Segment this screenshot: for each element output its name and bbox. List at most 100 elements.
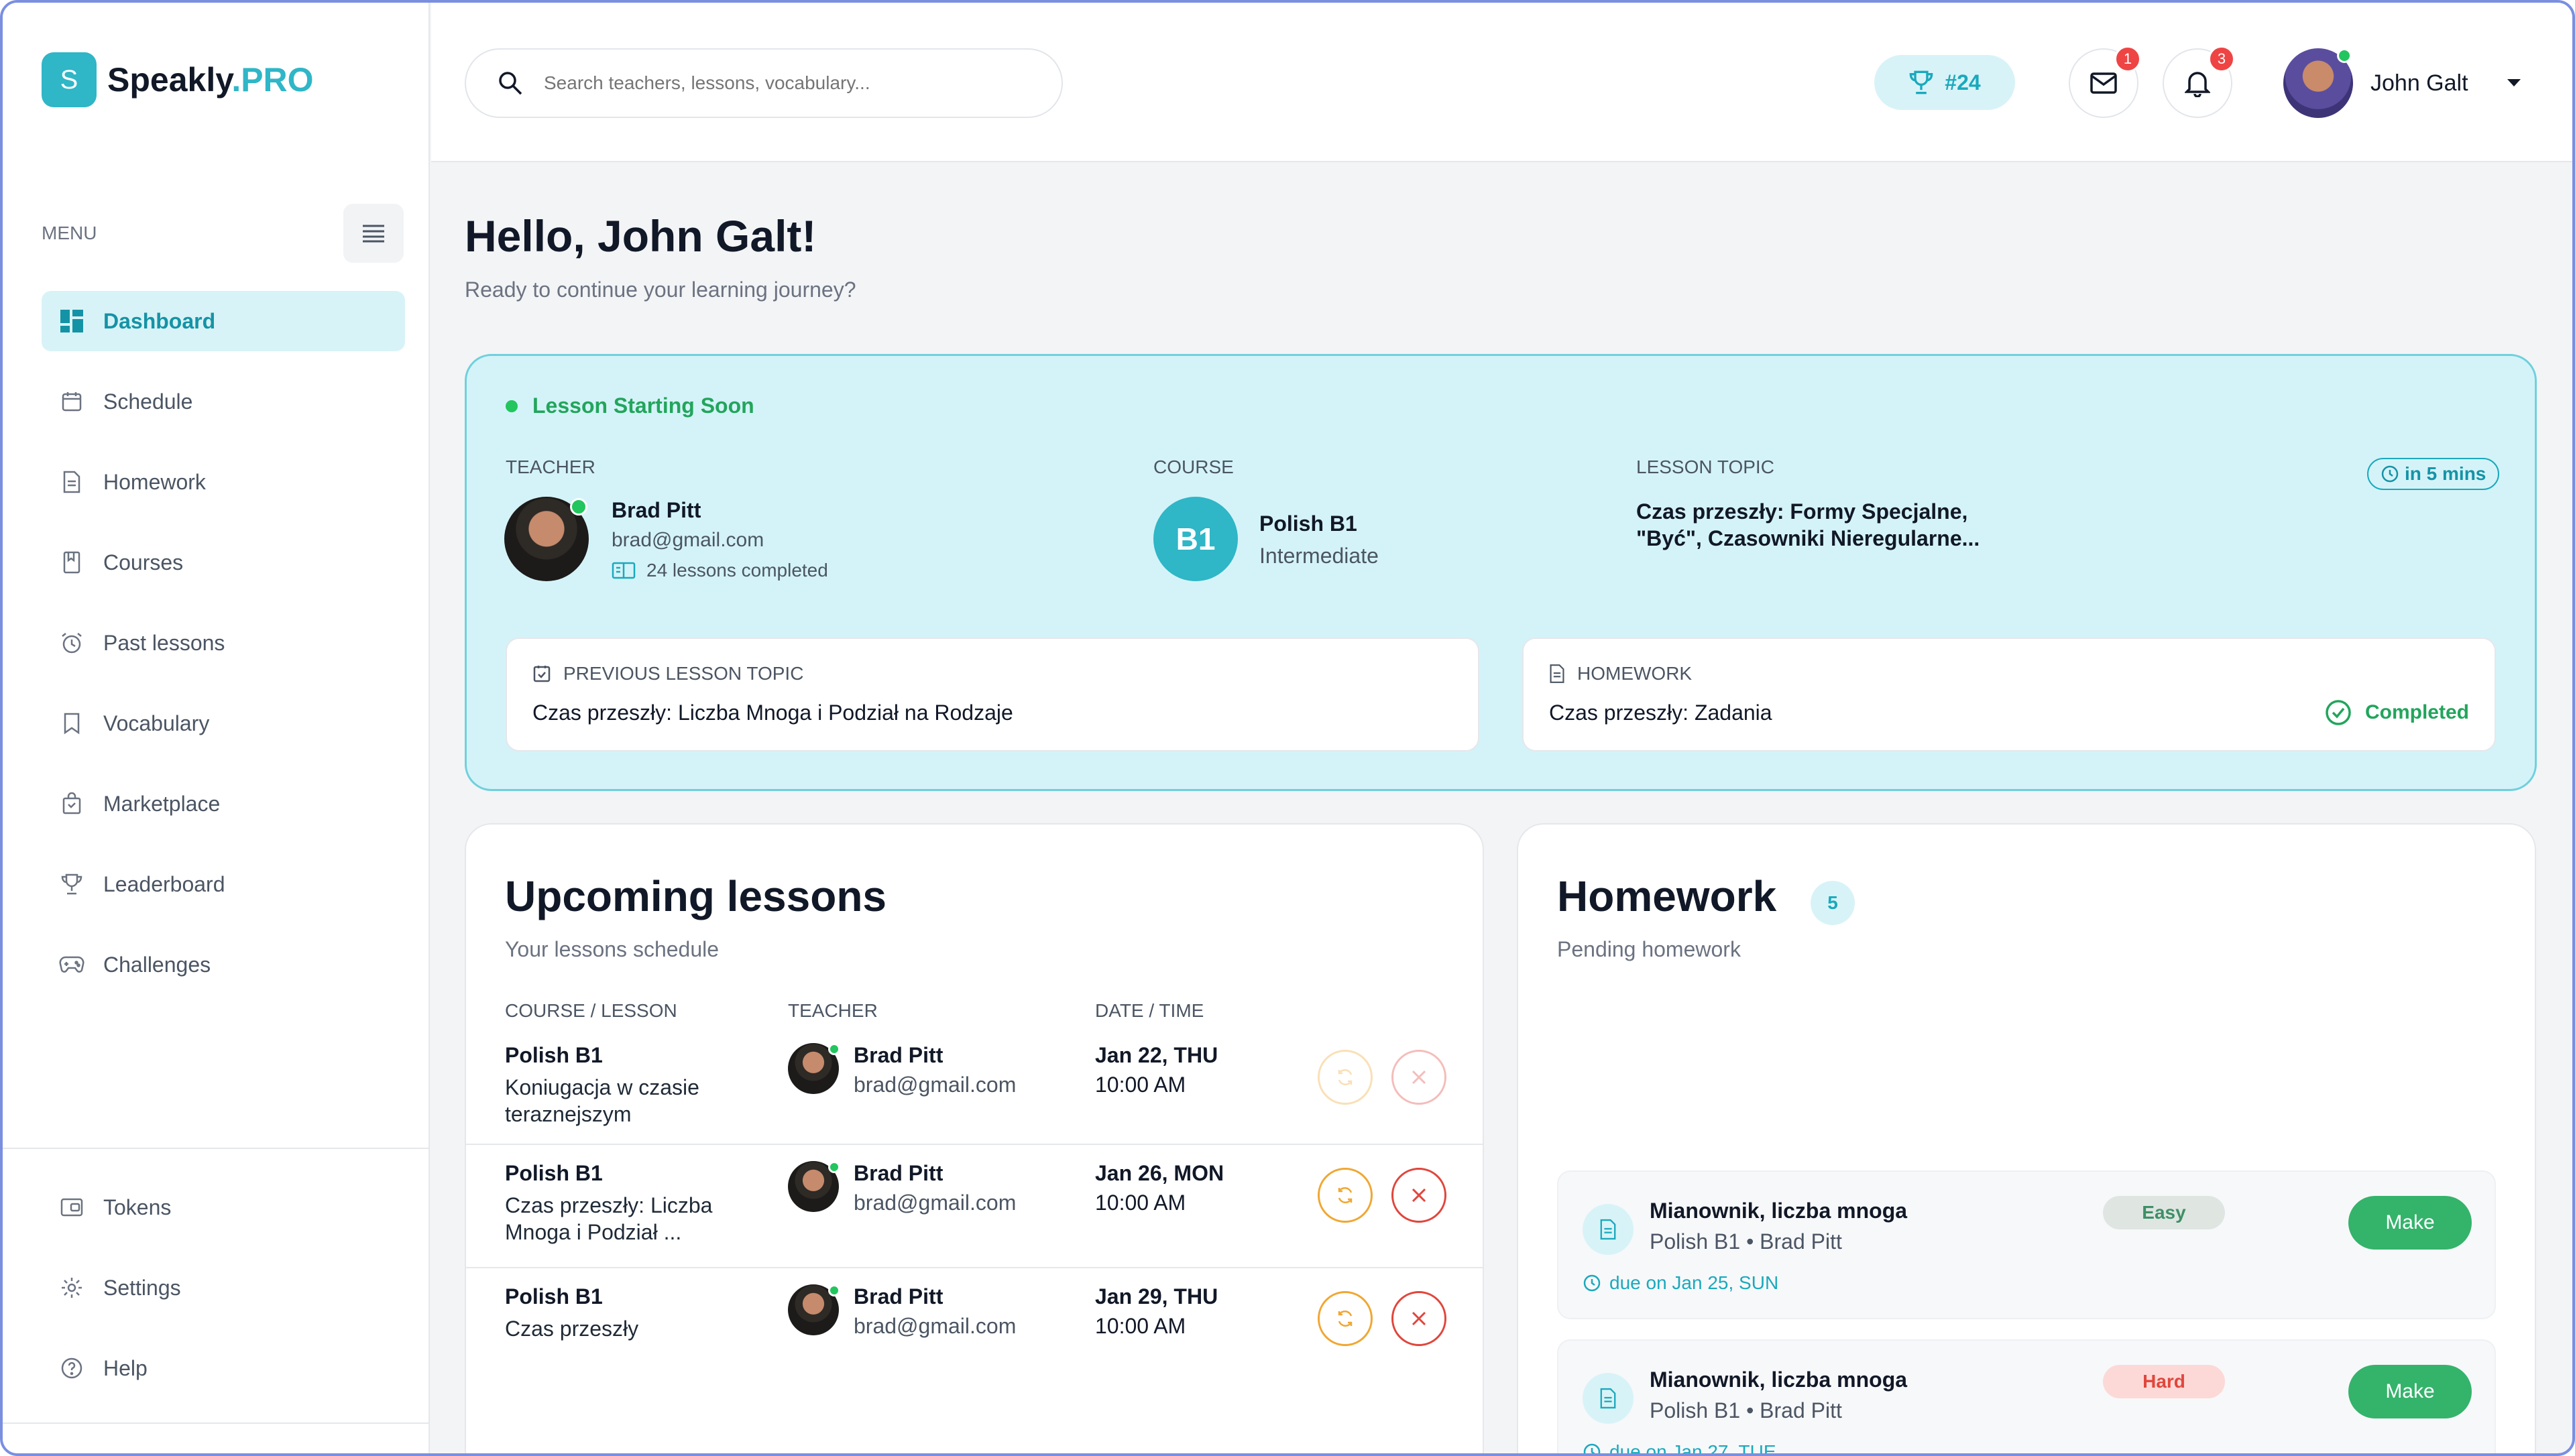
row-date: Jan 29, THU: [1095, 1284, 1218, 1309]
notifications-count-badge: 3: [2208, 46, 2235, 72]
sidebar-item-vocabulary[interactable]: Vocabulary: [42, 693, 405, 753]
teacher-name[interactable]: Brad Pitt: [612, 498, 701, 523]
course-level-badge: B1: [1153, 497, 1238, 581]
chevron-down-icon: [2507, 79, 2521, 86]
row-time: 10:00 AM: [1095, 1314, 1186, 1338]
rank-badge[interactable]: #24: [1874, 55, 2015, 110]
teacher-avatar[interactable]: [504, 497, 589, 581]
row-time: 10:00 AM: [1095, 1191, 1186, 1215]
sidebar-item-label: Past lessons: [103, 630, 225, 655]
sidebar-item-past-lessons[interactable]: Past lessons: [42, 613, 405, 673]
table-row[interactable]: Polish B1 Koniugacja w czasie teraznejsz…: [466, 1027, 1483, 1150]
document-icon: [1583, 1204, 1634, 1255]
refresh-icon: [1338, 1187, 1353, 1204]
sidebar-item-label: Vocabulary: [103, 711, 210, 735]
row-course: Polish B1: [505, 1043, 603, 1067]
row-date: Jan 26, MON: [1095, 1161, 1224, 1185]
row-lesson: Czas przeszły: [505, 1317, 639, 1341]
check-circle-icon: [2326, 700, 2351, 725]
online-indicator: [828, 1043, 840, 1055]
sidebar-bottom-nav: Tokens Settings Help: [42, 1177, 405, 1418]
app-window: S Speakly.PRO MENU Dashboard Schedule Ho…: [0, 0, 2575, 1456]
difficulty-badge: Easy: [2103, 1196, 2225, 1229]
previous-topic-label: PREVIOUS LESSON TOPIC: [532, 663, 803, 684]
row-lesson: Koniugacja w czasie teraznejszym: [505, 1075, 699, 1126]
logo-mark: S: [42, 52, 97, 107]
homework-item-title: Mianownik, liczba mnoga: [1650, 1368, 1908, 1392]
clock-icon: [1583, 1274, 1601, 1292]
user-avatar: [2283, 48, 2353, 118]
homework-item-meta: Polish B1 • Brad Pitt: [1650, 1398, 1842, 1422]
messages-button[interactable]: 1: [2069, 46, 2141, 118]
sidebar-divider: [3, 1422, 430, 1424]
user-menu[interactable]: John Galt: [2283, 48, 2522, 118]
sidebar-item-challenges[interactable]: Challenges: [42, 934, 405, 995]
list-icon: [363, 225, 384, 243]
reschedule-button[interactable]: [1318, 1291, 1373, 1346]
course-name[interactable]: Polish B1: [1259, 511, 1357, 536]
calendar-check-icon: [533, 666, 551, 682]
sidebar-divider: [3, 1148, 430, 1149]
online-indicator: [828, 1161, 840, 1173]
menu-toggle-button[interactable]: [343, 204, 404, 263]
close-icon: [1412, 1188, 1426, 1203]
row-date: Jan 22, THU: [1095, 1043, 1218, 1067]
homework-item-meta: Polish B1 • Brad Pitt: [1650, 1229, 1842, 1254]
help-circle-icon: [59, 1355, 84, 1381]
logo-text: Speakly.PRO: [107, 61, 314, 99]
table-row[interactable]: Polish B1 Czas przeszły: Liczba Mnoga i …: [466, 1144, 1483, 1267]
sidebar-item-homework[interactable]: Homework: [42, 452, 405, 512]
starts-in-badge: in 5 mins: [2367, 458, 2500, 490]
row-teacher-name: Brad Pitt: [854, 1284, 943, 1309]
homework-title: Homework: [1557, 872, 1777, 920]
sidebar-item-marketplace[interactable]: Marketplace: [42, 774, 405, 834]
homework-item-title: Mianownik, liczba mnoga: [1650, 1199, 1908, 1223]
teacher-avatar: [788, 1043, 840, 1094]
cancel-lesson-button[interactable]: [1391, 1050, 1446, 1105]
refresh-icon: [1338, 1310, 1353, 1327]
trophy-icon: [59, 871, 84, 897]
homework-topic: Czas przeszły: Zadania: [1549, 701, 1772, 725]
reschedule-button[interactable]: [1318, 1168, 1373, 1223]
search-input[interactable]: [544, 72, 1027, 94]
course-label: COURSE: [1153, 457, 1234, 477]
cancel-lesson-button[interactable]: [1391, 1168, 1446, 1223]
close-icon: [1412, 1070, 1426, 1085]
sidebar-item-label: Schedule: [103, 389, 193, 414]
teacher-avatar: [788, 1161, 840, 1212]
homework-item[interactable]: Mianownik, liczba mnoga Polish B1 • Brad…: [1557, 1170, 2496, 1319]
messages-count-badge: 1: [2114, 46, 2141, 72]
sidebar-item-help[interactable]: Help: [42, 1338, 405, 1398]
homework-due: due on Jan 25, SUN: [1583, 1272, 1778, 1294]
gamepad-icon: [59, 952, 84, 977]
logo[interactable]: S Speakly.PRO: [42, 52, 314, 107]
make-homework-button[interactable]: Make: [2348, 1365, 2472, 1418]
upcoming-lessons-panel: Upcoming lessons Your lessons schedule C…: [465, 823, 1484, 1453]
row-course: Polish B1: [505, 1284, 603, 1309]
sidebar-item-label: Settings: [103, 1275, 181, 1300]
sidebar-item-courses[interactable]: Courses: [42, 532, 405, 593]
row-teacher-email: brad@gmail.com: [854, 1191, 1017, 1215]
bell-icon: [2185, 72, 2210, 97]
sidebar-item-settings[interactable]: Settings: [42, 1258, 405, 1318]
search-bar[interactable]: [465, 48, 1063, 118]
homework-card[interactable]: HOMEWORK Czas przeszły: Zadania Complete…: [1522, 638, 2496, 751]
previous-topic-card[interactable]: PREVIOUS LESSON TOPIC Czas przeszły: Lic…: [506, 638, 1479, 751]
homework-item[interactable]: Mianownik, liczba mnoga Polish B1 • Brad…: [1557, 1339, 2496, 1453]
sidebar-item-dashboard[interactable]: Dashboard: [42, 291, 405, 351]
upcoming-title: Upcoming lessons: [505, 872, 886, 920]
document-icon: [1550, 664, 1564, 683]
sidebar-item-tokens[interactable]: Tokens: [42, 1177, 405, 1237]
clock-icon: [1583, 1443, 1601, 1453]
table-row[interactable]: Polish B1 Czas przeszły Brad Pitt brad@g…: [466, 1267, 1483, 1390]
make-homework-button[interactable]: Make: [2348, 1196, 2472, 1250]
row-teacher-name: Brad Pitt: [854, 1043, 943, 1067]
reschedule-button[interactable]: [1318, 1050, 1373, 1105]
notifications-button[interactable]: 3: [2163, 46, 2235, 118]
lessons-completed: 24 lessons completed: [612, 560, 828, 581]
row-teacher-email: brad@gmail.com: [854, 1314, 1017, 1338]
cancel-lesson-button[interactable]: [1391, 1291, 1446, 1346]
sidebar-item-leaderboard[interactable]: Leaderboard: [42, 854, 405, 914]
bookmark-icon: [59, 711, 84, 736]
sidebar-item-schedule[interactable]: Schedule: [42, 371, 405, 432]
